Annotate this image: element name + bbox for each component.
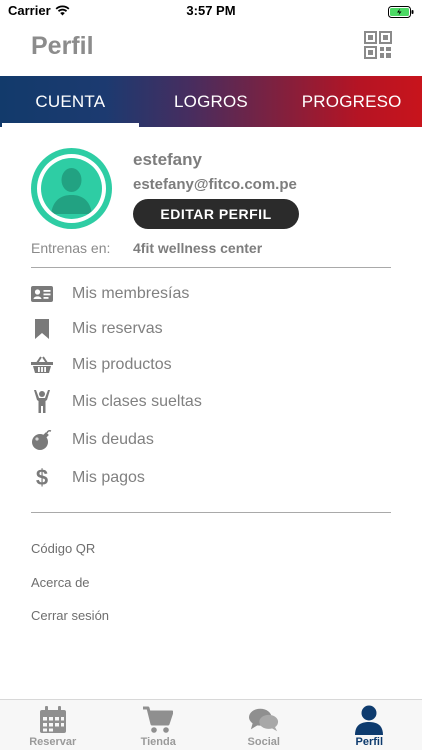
page-title: Perfil [31, 32, 94, 60]
id-card-icon [31, 283, 53, 305]
tabbar-item-reservar[interactable]: Reservar [0, 700, 106, 750]
tabbar-label: Tienda [140, 736, 176, 748]
gym-name: 4fit wellness center [133, 240, 263, 256]
divider [31, 512, 391, 513]
calendar-icon [38, 705, 68, 735]
tab-label: LOGROS [174, 91, 248, 111]
tabbar-item-social[interactable]: Social [211, 700, 317, 750]
bookmark-icon [31, 318, 53, 340]
profile-card: estefany estefany@fitco.com.pe EDITAR PE… [31, 148, 391, 238]
tab-logros[interactable]: LOGROS [141, 76, 282, 127]
menu-item-label: Mis productos [72, 356, 172, 373]
menu-item-label: Mis membresías [72, 285, 190, 302]
qr-code-button[interactable] [364, 31, 392, 59]
tabbar-item-perfil[interactable]: Perfil [317, 700, 422, 750]
user-silhouette-icon [51, 168, 92, 214]
basket-icon [31, 354, 53, 376]
bomb-icon [31, 429, 53, 451]
avatar[interactable] [31, 148, 112, 229]
menu-item-label: Mis pagos [72, 469, 145, 486]
menu-item-reservas[interactable]: Mis reservas [31, 312, 391, 346]
user-icon [354, 705, 384, 735]
battery-icon [388, 5, 414, 23]
menu-item-productos[interactable]: Mis productos [31, 348, 391, 382]
menu-item-pagos[interactable]: $ Mis pagos [31, 461, 391, 495]
cart-icon [143, 705, 174, 735]
dollar-icon: $ [35, 465, 49, 490]
clock: 3:57 PM [186, 3, 236, 18]
person-raising-arms-icon [31, 390, 53, 413]
edit-profile-button[interactable]: EDITAR PERFIL [133, 199, 299, 229]
tabbar-label: Perfil [355, 736, 383, 748]
profile-tabs: CUENTA LOGROS PROGRESO [0, 76, 422, 127]
logout-link[interactable]: Cerrar sesión [31, 608, 109, 623]
chat-bubbles-icon [248, 705, 279, 735]
tab-label: PROGRESO [301, 91, 402, 111]
user-email: estefany@fitco.com.pe [133, 176, 297, 193]
header: Perfil [0, 22, 422, 76]
menu-item-label: Mis deudas [72, 431, 154, 448]
bottom-tab-bar: Reservar Tienda Social Perfil [0, 699, 422, 750]
menu-item-membresias[interactable]: Mis membresías [31, 277, 391, 311]
tabbar-label: Social [247, 736, 280, 748]
tab-progreso[interactable]: PROGRESO [281, 76, 422, 127]
gym-label: Entrenas en: [31, 240, 111, 256]
gym-row: Entrenas en: 4fit wellness center [31, 240, 391, 258]
menu-item-label: Mis reservas [72, 320, 163, 337]
about-link[interactable]: Acerca de [31, 575, 90, 590]
divider [31, 267, 391, 268]
tab-label: CUENTA [35, 91, 106, 111]
menu-item-label: Mis clases sueltas [72, 393, 202, 410]
tabbar-item-tienda[interactable]: Tienda [106, 700, 212, 750]
qr-code-link[interactable]: Código QR [31, 541, 95, 556]
status-bar: Carrier 3:57 PM [0, 0, 422, 22]
qr-code-icon [364, 31, 392, 59]
menu-item-deudas[interactable]: Mis deudas [31, 423, 391, 457]
menu-item-clases-sueltas[interactable]: Mis clases sueltas [31, 385, 391, 419]
tabbar-label: Reservar [29, 736, 77, 748]
user-name: estefany [133, 150, 202, 169]
tab-cuenta[interactable]: CUENTA [0, 76, 141, 127]
